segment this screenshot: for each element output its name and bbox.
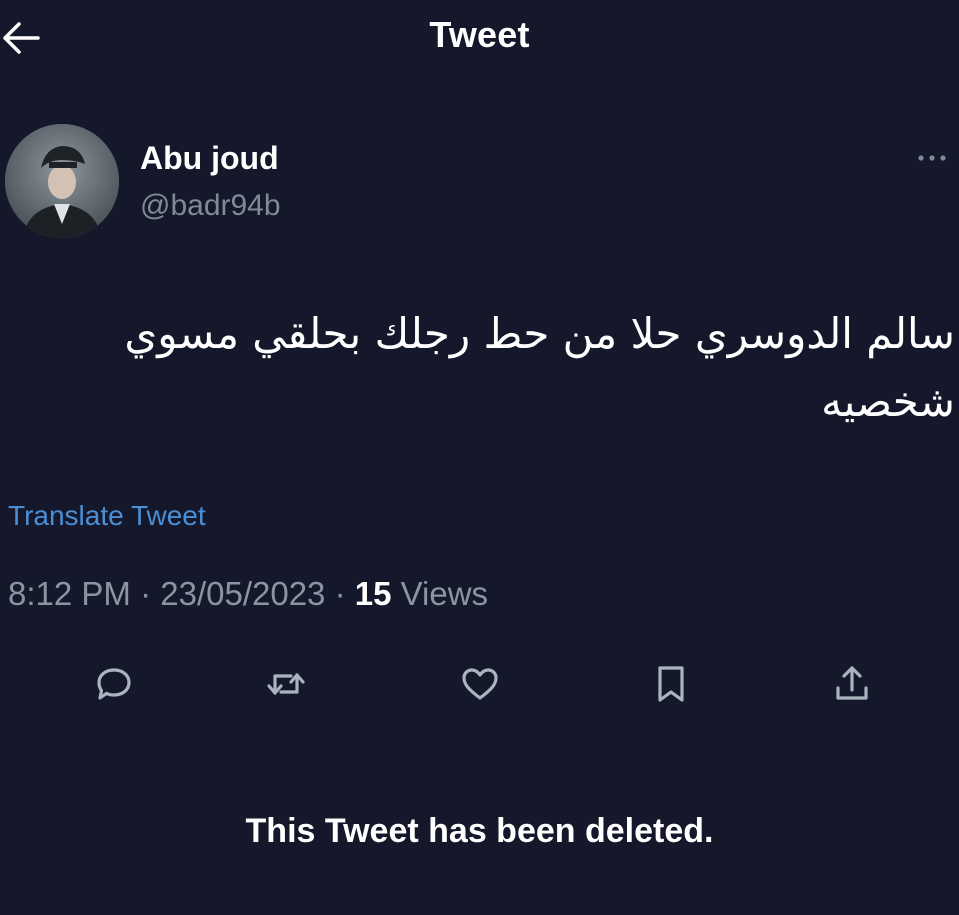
views-count[interactable]: 15 — [355, 575, 392, 612]
top-bar: Tweet — [0, 0, 959, 80]
tweet-text-line: شخصيه — [821, 377, 955, 426]
comment-icon[interactable] — [92, 662, 136, 706]
separator: · — [130, 575, 161, 612]
bookmark-icon[interactable] — [649, 662, 693, 706]
more-options-icon[interactable] — [913, 148, 953, 168]
author-name[interactable]: Abu joud — [140, 140, 279, 177]
separator: · — [325, 575, 355, 612]
heart-icon[interactable] — [458, 662, 502, 706]
avatar-image — [5, 124, 119, 238]
tweet-time: 8:12 PM — [8, 575, 131, 612]
tweet-body: سالم الدوسري حلا من حط رجلك بحلقي مسوي ش… — [20, 300, 955, 436]
author-handle[interactable]: @badr94b — [140, 189, 281, 223]
tweet-date: 23/05/2023 — [160, 575, 326, 612]
tweet-metadata: 8:12 PM · 23/05/2023 · 15 Views — [8, 575, 488, 613]
deleted-notice: This Tweet has been deleted. — [245, 812, 714, 850]
tweet-text-line: سالم الدوسري حلا من حط رجلك بحلقي مسوي — [124, 309, 955, 358]
translate-tweet-link[interactable]: Translate Tweet — [8, 500, 206, 532]
page-title: Tweet — [429, 14, 530, 55]
views-label[interactable]: Views — [391, 575, 488, 612]
avatar[interactable] — [5, 124, 119, 238]
share-icon[interactable] — [830, 662, 874, 706]
retweet-icon[interactable] — [264, 662, 308, 706]
